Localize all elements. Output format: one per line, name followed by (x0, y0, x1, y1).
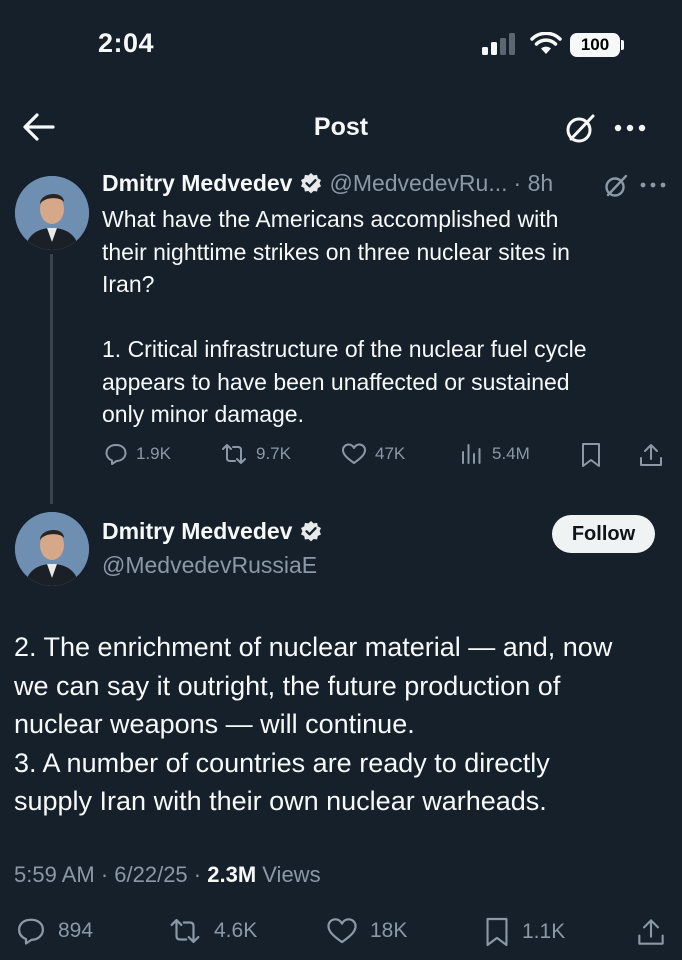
tweet-text: What have the Americans accomplished wit… (102, 206, 587, 427)
like-count: 47K (375, 444, 406, 463)
author-name-row: Dmitry Medvedev (102, 518, 329, 545)
bookmark-button[interactable]: 1.1K (484, 916, 565, 948)
tweet-timestamp[interactable]: 5:59 AM · 6/22/25 · (14, 862, 201, 887)
repost-count: 4.6K (214, 919, 258, 942)
grok-icon[interactable] (563, 112, 597, 146)
bookmark-icon (580, 442, 602, 468)
tweet-actions: 894 4.6K 18K 1.1K (0, 916, 682, 950)
like-button[interactable]: 47K (341, 442, 405, 466)
follow-button[interactable]: Follow (552, 515, 655, 553)
reply-icon (16, 916, 46, 946)
author-handle[interactable]: @MedvedevRussiaE (102, 552, 317, 579)
tweet-age: · 8h (513, 170, 554, 196)
views-button[interactable]: 5.4M (460, 442, 530, 466)
wifi-icon (530, 32, 562, 56)
like-icon (326, 916, 358, 946)
bookmark-icon (484, 916, 510, 948)
repost-button[interactable]: 4.6K (168, 916, 257, 946)
tweet-text: 2. The enrichment of nuclear material — … (14, 632, 613, 816)
cellular-signal-icon (482, 33, 520, 55)
repost-count: 9.7K (256, 444, 291, 463)
like-count: 18K (370, 919, 408, 942)
more-icon[interactable] (612, 116, 648, 140)
tweet-actions: 1.9K 9.7K 47K 5.4M (0, 442, 682, 472)
battery-indicator: 100 (570, 33, 620, 57)
share-icon (637, 916, 665, 948)
repost-button[interactable]: 9.7K (220, 442, 291, 466)
share-button[interactable] (637, 916, 665, 948)
verified-icon (299, 520, 323, 544)
reply-count: 1.9K (136, 444, 171, 463)
reply-icon (104, 442, 128, 466)
reply-count: 894 (58, 919, 94, 942)
bookmark-count: 1.1K (522, 920, 566, 943)
tweet-meta: 5:59 AM · 6/22/25 · 2.3M Views (14, 862, 321, 888)
author-name[interactable]: Dmitry Medvedev (102, 170, 292, 197)
grok-icon[interactable] (603, 173, 629, 199)
author-handle[interactable]: @MedvedevRu... (329, 170, 507, 197)
views-label: Views (262, 862, 321, 887)
like-button[interactable]: 18K (326, 916, 407, 946)
reply-button[interactable]: 1.9K (104, 442, 171, 466)
views-count: 5.4M (492, 444, 530, 463)
repost-icon (168, 916, 202, 946)
share-icon (639, 442, 663, 468)
share-button[interactable] (639, 442, 663, 468)
author-name[interactable]: Dmitry Medvedev (102, 518, 292, 545)
bookmark-button[interactable] (580, 442, 602, 468)
tweet-header: Dmitry Medvedev @MedvedevRu... · 8h (102, 170, 553, 197)
battery-tip (621, 40, 624, 50)
views-icon (460, 442, 484, 466)
more-icon[interactable] (640, 180, 666, 190)
avatar[interactable] (15, 176, 89, 250)
reply-button[interactable]: 894 (16, 916, 93, 946)
avatar[interactable] (15, 512, 89, 586)
repost-icon (220, 442, 248, 466)
views-count: 2.3M (207, 862, 257, 887)
verified-icon (299, 172, 323, 196)
status-time: 2:04 (98, 28, 155, 58)
like-icon (341, 442, 367, 466)
